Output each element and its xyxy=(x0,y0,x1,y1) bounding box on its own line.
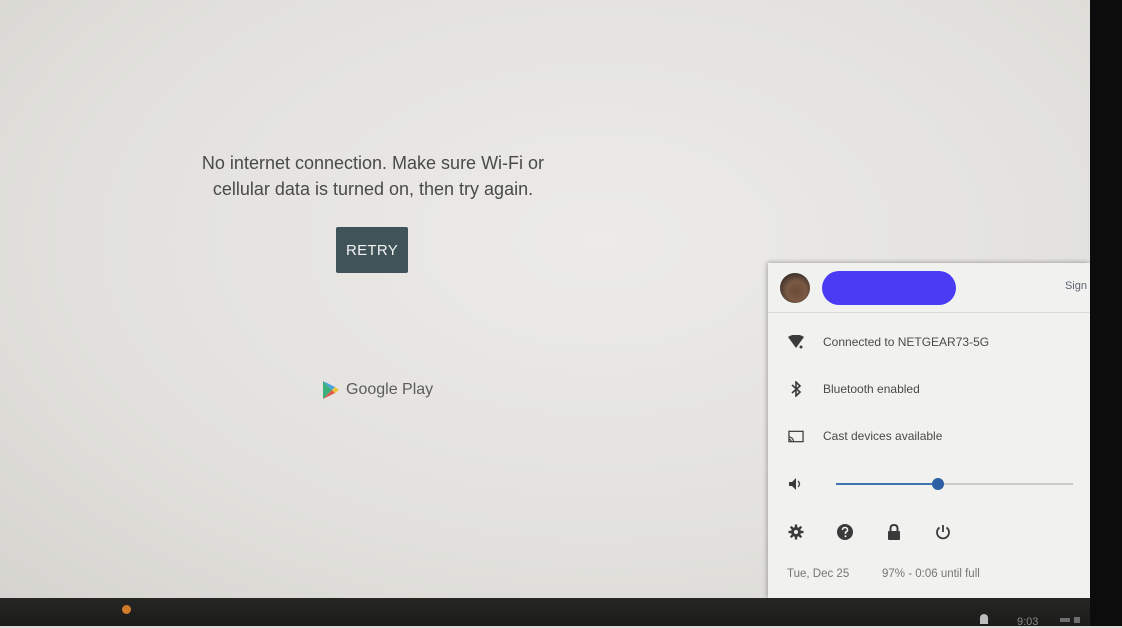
shelf-clock[interactable]: 9:03 xyxy=(1017,616,1038,628)
volume-slider[interactable] xyxy=(836,478,1073,490)
wifi-icon xyxy=(788,334,804,350)
battery-status: 97% - 0:06 until full xyxy=(882,568,980,580)
tray-item-wifi[interactable]: Connected to NETGEAR73-5G xyxy=(768,328,1090,356)
cast-icon xyxy=(788,428,804,444)
status-icons[interactable] xyxy=(1060,617,1084,623)
volume-row xyxy=(768,470,1090,498)
tray-action-buttons xyxy=(768,518,1090,546)
redacted-account xyxy=(822,271,956,305)
power-icon[interactable] xyxy=(933,522,953,542)
help-icon[interactable] xyxy=(835,522,855,542)
bluetooth-icon xyxy=(788,381,804,397)
screen-bezel xyxy=(1090,0,1122,626)
volume-slider-knob[interactable] xyxy=(931,478,944,490)
retry-button[interactable]: RETRY xyxy=(336,227,408,273)
bluetooth-label: Bluetooth enabled xyxy=(823,382,920,396)
notification-icon[interactable] xyxy=(980,614,988,624)
lock-icon[interactable] xyxy=(884,522,904,542)
user-row: Sign xyxy=(768,263,1090,313)
tray-item-bluetooth[interactable]: Bluetooth enabled xyxy=(768,375,1090,403)
tray-footer: Tue, Dec 25 97% - 0:06 until full xyxy=(768,561,1090,589)
volume-icon[interactable] xyxy=(788,477,804,491)
avatar xyxy=(780,273,810,303)
launcher-icon[interactable] xyxy=(122,605,131,614)
wifi-label: Connected to NETGEAR73-5G xyxy=(823,335,990,349)
shelf: 9:03 xyxy=(0,598,1090,628)
sign-out-button[interactable]: Sign xyxy=(1065,280,1087,292)
offline-message: No internet connection. Make sure Wi-Fi … xyxy=(201,153,545,199)
play-store-icon xyxy=(323,381,339,399)
google-play-logo: Google Play xyxy=(322,380,433,400)
volume-slider-fill xyxy=(836,483,938,485)
cast-label: Cast devices available xyxy=(823,429,943,443)
google-play-label: Google Play xyxy=(346,381,434,398)
system-tray-menu: Sign Connected to NETGEAR73-5G Bluetooth… xyxy=(768,263,1090,598)
settings-icon[interactable] xyxy=(786,522,806,542)
tray-item-cast[interactable]: Cast devices available xyxy=(768,422,1090,450)
date-label[interactable]: Tue, Dec 25 xyxy=(787,568,849,580)
